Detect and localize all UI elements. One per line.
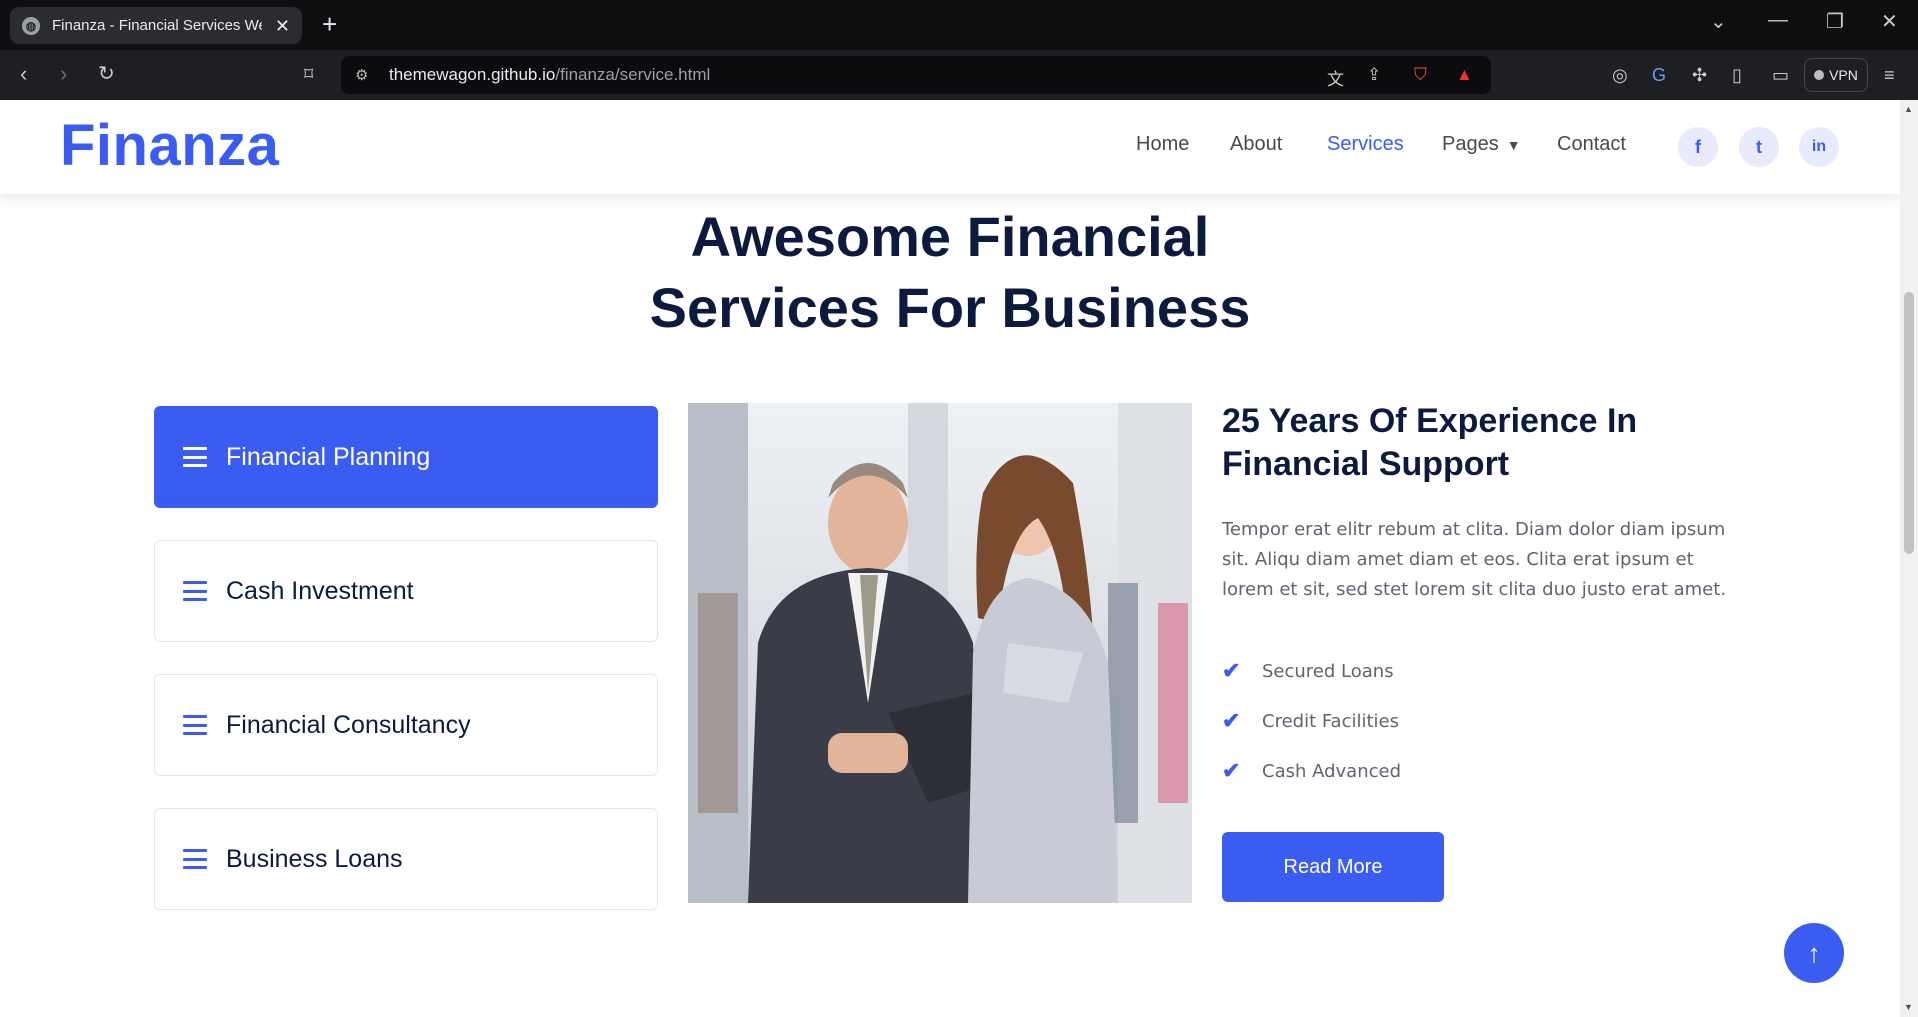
tab-search-icon[interactable]: ⌄ bbox=[1710, 9, 1727, 34]
nav-item-contact[interactable]: Contact bbox=[1557, 133, 1626, 156]
section-title-line1: Awesome Financial bbox=[690, 205, 1210, 268]
menu-bars-icon bbox=[183, 581, 207, 601]
arrow-up-icon: ↑ bbox=[1807, 937, 1821, 968]
nav-contact-link[interactable]: Contact bbox=[1557, 133, 1626, 156]
service-tab-cash-investment[interactable]: Cash Investment bbox=[154, 540, 658, 642]
scrollbar-thumb[interactable] bbox=[1904, 292, 1914, 554]
window-close-icon[interactable]: ✕ bbox=[1881, 9, 1898, 34]
feature-item: ✔ Cash Advanced bbox=[1222, 758, 1401, 784]
chevron-down-icon: ▼ bbox=[1506, 137, 1521, 153]
feature-item: ✔ Secured Loans bbox=[1222, 658, 1394, 684]
nav-home-link[interactable]: Home bbox=[1136, 133, 1189, 156]
scroll-up-icon[interactable]: ▲ bbox=[1904, 104, 1913, 114]
back-to-top-button[interactable]: ↑ bbox=[1784, 923, 1844, 983]
minimize-icon[interactable]: — bbox=[1768, 9, 1788, 32]
experience-title-line2: Financial Support bbox=[1222, 445, 1510, 483]
vpn-button[interactable]: VPN bbox=[1804, 58, 1868, 92]
forward-icon[interactable]: › bbox=[60, 62, 67, 86]
nav-pages-link[interactable]: Pages bbox=[1442, 133, 1499, 157]
page-viewport: Finanza Home About Services Pages ▼ Conta… bbox=[0, 100, 1900, 1017]
bookmark-icon[interactable]: ⌑ bbox=[304, 62, 313, 86]
nav-about-link[interactable]: About bbox=[1230, 133, 1282, 156]
globe-icon: ◍ bbox=[22, 16, 40, 35]
nav-item-services[interactable]: Services bbox=[1327, 133, 1404, 156]
browser-tab[interactable]: ◍ Finanza - Financial Services Web ✕ bbox=[10, 7, 302, 44]
vpn-label: VPN bbox=[1829, 67, 1858, 83]
section-title: Awesome Financial Services For Business bbox=[0, 201, 1900, 343]
experience-paragraph: Tempor erat elitr rebum at clita. Diam d… bbox=[1222, 519, 1727, 600]
business-people-illustration bbox=[688, 403, 1192, 903]
url-text: themewagon.github.io/finanza/service.htm… bbox=[389, 65, 711, 84]
share-icon[interactable]: ⇪ bbox=[1367, 65, 1381, 85]
nav-item-about[interactable]: About bbox=[1230, 133, 1282, 156]
restore-icon[interactable]: ❐ bbox=[1826, 9, 1844, 34]
twitter-icon[interactable]: t bbox=[1739, 127, 1779, 167]
service-tab-label: Financial Planning bbox=[226, 442, 431, 471]
check-icon: ✔ bbox=[1222, 658, 1241, 683]
service-tab-business-loans[interactable]: Business Loans bbox=[154, 808, 658, 910]
scroll-down-icon[interactable]: ▼ bbox=[1904, 1002, 1913, 1012]
nav-item-pages[interactable]: Pages ▼ bbox=[1442, 133, 1521, 157]
service-tab-label: Business Loans bbox=[226, 844, 403, 873]
menu-bars-icon bbox=[183, 715, 207, 735]
reload-icon[interactable]: ↻ bbox=[98, 62, 115, 86]
experience-title-line1: 25 Years Of Experience In bbox=[1222, 402, 1638, 440]
feature-label: Secured Loans bbox=[1262, 660, 1394, 682]
menu-bars-icon bbox=[183, 447, 207, 467]
service-tab-label: Cash Investment bbox=[226, 576, 414, 605]
feature-label: Credit Facilities bbox=[1262, 710, 1399, 732]
new-tab-icon[interactable]: + bbox=[322, 11, 337, 37]
google-translate-icon[interactable]: G bbox=[1652, 64, 1666, 86]
service-tab-label: Financial Consultancy bbox=[226, 710, 471, 739]
browser-toolbar: ‹ › ↻ ⌑ ⚙ themewagon.github.io/finanza/s… bbox=[0, 50, 1918, 100]
service-tab-financial-planning[interactable]: Financial Planning bbox=[154, 406, 658, 508]
feature-item: ✔ Credit Facilities bbox=[1222, 708, 1399, 734]
section-title-line2: Services For Business bbox=[649, 276, 1251, 339]
feature-label: Cash Advanced bbox=[1262, 760, 1402, 782]
puzzle-icon[interactable]: ✣ bbox=[1692, 64, 1707, 86]
menu-bars-icon bbox=[183, 849, 207, 869]
nav-services-link[interactable]: Services bbox=[1327, 133, 1404, 156]
brave-rewards-icon[interactable]: ▲ bbox=[1456, 65, 1473, 85]
address-bar[interactable]: ⚙ themewagon.github.io/finanza/service.h… bbox=[341, 56, 1491, 94]
page-scrollbar[interactable]: ▲ ▼ bbox=[1900, 100, 1918, 1017]
brand-logo[interactable]: Finanza bbox=[60, 112, 279, 179]
back-icon[interactable]: ‹ bbox=[20, 62, 27, 86]
site-navbar: Finanza Home About Services Pages ▼ Conta… bbox=[0, 100, 1900, 194]
facebook-icon[interactable]: f bbox=[1678, 127, 1718, 167]
service-photo bbox=[688, 403, 1192, 903]
check-icon: ✔ bbox=[1222, 708, 1241, 733]
nav-item-home[interactable]: Home bbox=[1136, 133, 1189, 156]
close-tab-icon[interactable]: ✕ bbox=[275, 17, 290, 35]
site-info-icon[interactable]: ⚙ bbox=[355, 66, 373, 84]
menu-icon[interactable]: ≡ bbox=[1884, 64, 1895, 86]
brave-shield-icon[interactable]: ⛉ bbox=[1414, 65, 1427, 85]
browser-tab-strip: ◍ Finanza - Financial Services Web ✕ + ⌄… bbox=[0, 0, 1918, 50]
wallet-icon[interactable]: ▭ bbox=[1772, 64, 1789, 86]
linkedin-icon[interactable]: in bbox=[1799, 127, 1839, 167]
vpn-status-icon bbox=[1814, 70, 1825, 80]
tab-title: Finanza - Financial Services Web bbox=[52, 17, 262, 34]
sidebar-icon[interactable]: ▯ bbox=[1732, 64, 1742, 86]
service-tab-financial-consultancy[interactable]: Financial Consultancy bbox=[154, 674, 658, 776]
experience-title: 25 Years Of Experience In Financial Supp… bbox=[1222, 400, 1762, 486]
extension-icon[interactable]: ◎ bbox=[1612, 64, 1628, 86]
check-icon: ✔ bbox=[1222, 758, 1241, 783]
translate-icon[interactable]: 文 bbox=[1327, 65, 1344, 90]
read-more-button[interactable]: Read More bbox=[1222, 832, 1444, 902]
